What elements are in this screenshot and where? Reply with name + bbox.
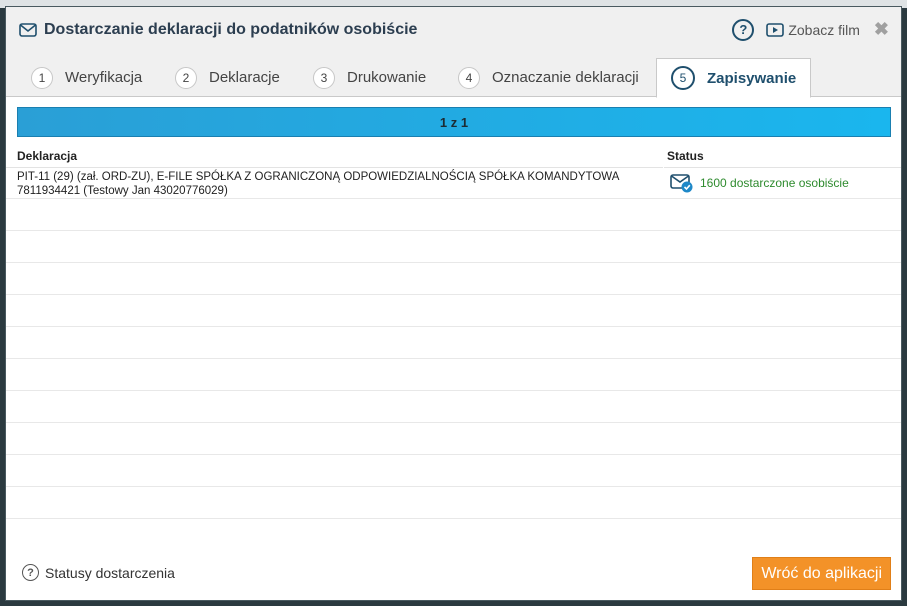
table-row bbox=[6, 231, 901, 263]
table-row bbox=[6, 295, 901, 327]
tab-number: 3 bbox=[313, 66, 335, 89]
table-row bbox=[6, 423, 901, 455]
dialog-header: Dostarczanie deklaracji do podatników os… bbox=[6, 7, 901, 52]
declaration-line1: PIT-11 (29) (zał. ORD-ZU), E-FILE SPÓŁKA… bbox=[17, 171, 620, 183]
table-header: Deklaracja Status bbox=[6, 145, 901, 168]
delivery-statuses-label: Statusy dostarczenia bbox=[45, 564, 175, 581]
header-actions: ? Zobacz film ✖ bbox=[732, 18, 889, 41]
declarations-table: PIT-11 (29) (zał. ORD-ZU), E-FILE SPÓŁKA… bbox=[6, 167, 901, 519]
progress-bar: 1 z 1 bbox=[17, 107, 891, 137]
tab-label: Deklaracje bbox=[209, 69, 280, 86]
declaration-cell: PIT-11 (29) (zał. ORD-ZU), E-FILE SPÓŁKA… bbox=[17, 170, 657, 198]
column-header-deklaracja: Deklaracja bbox=[17, 149, 78, 163]
progress-label: 1 z 1 bbox=[439, 114, 469, 130]
table-row bbox=[6, 391, 901, 423]
tab-oznaczanie-deklaracji[interactable]: 4 Oznaczanie deklaracji bbox=[458, 58, 639, 97]
status-text: 1600 dostarczone osobiście bbox=[700, 175, 849, 190]
close-icon[interactable]: ✖ bbox=[874, 19, 889, 40]
video-icon bbox=[766, 22, 785, 37]
column-header-status: Status bbox=[667, 149, 704, 163]
table-row bbox=[6, 359, 901, 391]
tab-deklaracje[interactable]: 2 Deklaracje bbox=[175, 58, 280, 97]
question-icon: ? bbox=[22, 564, 39, 581]
watch-film-label: Zobacz film bbox=[788, 21, 860, 38]
tab-label: Drukowanie bbox=[347, 69, 427, 86]
tab-number: 4 bbox=[458, 66, 480, 89]
back-to-app-button[interactable]: Wróć do aplikacji bbox=[752, 557, 891, 590]
step-tabs: 1 Weryfikacja 2 Deklaracje 3 Drukowanie … bbox=[6, 52, 901, 98]
tab-number: 1 bbox=[31, 66, 53, 89]
table-row bbox=[6, 199, 901, 231]
delivery-dialog: Dostarczanie deklaracji do podatników os… bbox=[5, 6, 902, 601]
table-row bbox=[6, 327, 901, 359]
tab-label: Zapisywanie bbox=[707, 69, 797, 87]
help-icon[interactable]: ? bbox=[732, 18, 755, 41]
envelope-icon bbox=[18, 20, 38, 40]
declaration-line2: 7811934421 (Testowy Jan 43020776029) bbox=[17, 185, 228, 197]
table-row[interactable]: PIT-11 (29) (zał. ORD-ZU), E-FILE SPÓŁKA… bbox=[6, 167, 901, 199]
tab-drukowanie[interactable]: 3 Drukowanie bbox=[313, 58, 426, 97]
tab-weryfikacja[interactable]: 1 Weryfikacja bbox=[31, 58, 142, 97]
table-row bbox=[6, 455, 901, 487]
table-row bbox=[6, 487, 901, 519]
watch-film-button[interactable]: Zobacz film bbox=[766, 22, 860, 38]
delivery-statuses-link[interactable]: ? Statusy dostarczenia bbox=[22, 564, 175, 581]
tab-label: Weryfikacja bbox=[65, 69, 143, 86]
tab-label: Oznaczanie deklaracji bbox=[492, 69, 639, 86]
tab-number: 2 bbox=[175, 66, 197, 89]
delivered-envelope-icon bbox=[670, 173, 694, 193]
dialog-footer: ? Statusy dostarczenia Wróć do aplikacji bbox=[6, 552, 901, 600]
table-row bbox=[6, 263, 901, 295]
dialog-title: Dostarczanie deklaracji do podatników os… bbox=[44, 20, 418, 38]
tab-number: 5 bbox=[671, 66, 695, 90]
status-cell: 1600 dostarczone osobiście bbox=[663, 167, 901, 198]
tab-zapisywanie[interactable]: 5 Zapisywanie bbox=[656, 58, 812, 98]
